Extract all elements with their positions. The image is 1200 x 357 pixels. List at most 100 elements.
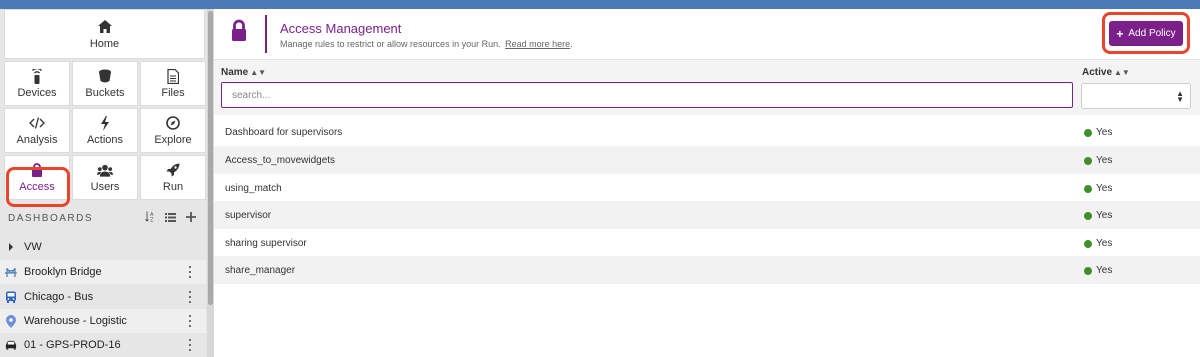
status-label: Yes	[1096, 127, 1113, 138]
main-content: Access Management Manage rules to restri…	[214, 9, 1200, 357]
nav-analysis-label: Analysis	[16, 134, 58, 146]
status-active: Yes	[1084, 155, 1112, 166]
status-dot-icon	[1084, 266, 1092, 275]
add-policy-label: Add Policy	[1128, 28, 1176, 39]
column-name-label: Name	[221, 67, 249, 78]
select-arrows-icon: ▲ ▼	[1176, 89, 1184, 104]
plus-icon[interactable]	[185, 211, 196, 222]
policy-name: sharing supervisor	[225, 238, 307, 249]
dashboard-item-label: VW	[24, 241, 42, 253]
header-divider	[265, 15, 267, 53]
plus-icon: +	[1116, 26, 1124, 41]
nav-devices[interactable]: Devices	[4, 61, 70, 106]
svg-text:Z: Z	[150, 218, 155, 223]
policy-name: Access_to_movewidgets	[225, 155, 336, 166]
sidebar-scroll-thumb[interactable]	[208, 11, 213, 305]
list-icon[interactable]	[165, 211, 176, 222]
table-row[interactable]: sharing supervisor Yes	[214, 229, 1200, 257]
policy-name: supervisor	[225, 210, 272, 221]
dashboard-item-warehouse-logistic[interactable]: Warehouse - Logistic	[0, 309, 206, 333]
table-row[interactable]: Access_to_movewidgets Yes	[214, 146, 1200, 174]
sidebar-scrollbar[interactable]	[207, 9, 214, 357]
column-header-name[interactable]: Name ▲▼	[221, 67, 266, 78]
nav-users[interactable]: Users	[72, 155, 138, 200]
car-icon	[5, 339, 17, 351]
bridge-icon	[5, 266, 17, 278]
column-active-label: Active	[1082, 67, 1113, 78]
table-row[interactable]: supervisor Yes	[214, 201, 1200, 229]
page-header: Access Management Manage rules to restri…	[214, 9, 1200, 59]
status-label: Yes	[1096, 183, 1113, 194]
nav-explore-label: Explore	[154, 134, 192, 146]
status-active: Yes	[1084, 265, 1112, 276]
dashboard-item-vw[interactable]: VW	[0, 235, 206, 259]
bucket-icon	[97, 68, 113, 84]
lock-icon	[230, 19, 248, 43]
table-row[interactable]: share_manager Yes	[214, 256, 1200, 284]
dashboards-header: DASHBOARDS AZ	[0, 208, 206, 228]
kebab-menu-icon[interactable]	[189, 291, 192, 303]
sort-icon: ▲▼	[250, 68, 267, 77]
nav-run-label: Run	[162, 181, 184, 193]
policy-name: Dashboard for supervisors	[225, 127, 343, 138]
status-dot-icon	[1084, 239, 1092, 248]
status-active: Yes	[1084, 127, 1112, 138]
bolt-icon	[97, 115, 113, 131]
policy-name: share_manager	[225, 265, 296, 276]
dashboard-item-gps-prod-16[interactable]: 01 - GPS-PROD-16	[0, 333, 206, 357]
search-input[interactable]	[221, 82, 1073, 108]
device-icon	[29, 68, 45, 84]
table-row[interactable]: using_match Yes	[214, 174, 1200, 202]
file-icon	[165, 68, 181, 84]
add-policy-button[interactable]: + Add Policy	[1109, 21, 1183, 46]
status-dot-icon	[1084, 128, 1092, 137]
status-dot-icon	[1084, 211, 1092, 220]
status-dot-icon	[1084, 184, 1092, 193]
nav-files-label: Files	[161, 87, 185, 99]
status-active: Yes	[1084, 210, 1112, 221]
sort-icon: ▲▼	[1114, 68, 1130, 77]
compass-icon	[165, 115, 181, 131]
bus-icon	[5, 291, 17, 303]
dashboard-item-label: 01 - GPS-PROD-16	[24, 339, 121, 351]
nav-home[interactable]: Home	[4, 9, 205, 59]
kebab-menu-icon[interactable]	[189, 266, 192, 278]
column-header-active[interactable]: Active ▲▼	[1082, 67, 1130, 78]
kebab-menu-icon[interactable]	[189, 339, 192, 351]
nav-users-label: Users	[90, 181, 120, 193]
dashboard-item-label: Brooklyn Bridge	[24, 266, 102, 278]
status-label: Yes	[1096, 238, 1113, 249]
nav-files[interactable]: Files	[140, 61, 206, 106]
nav-analysis[interactable]: Analysis	[4, 108, 70, 153]
access-highlight-ring	[6, 167, 70, 207]
status-active: Yes	[1084, 238, 1112, 249]
sidebar: Home Devices Buckets Files Analysis Acti…	[0, 9, 214, 357]
active-filter-select[interactable]: ▲ ▼	[1081, 83, 1191, 109]
policy-name: using_match	[225, 183, 282, 194]
code-icon	[29, 115, 45, 131]
dashboard-item-chicago-bus[interactable]: Chicago - Bus	[0, 285, 206, 309]
top-bar	[0, 0, 1200, 9]
nav-devices-label: Devices	[17, 87, 57, 99]
table-row[interactable]: Dashboard for supervisors Yes	[214, 118, 1200, 146]
sort-alpha-icon[interactable]: AZ	[145, 211, 156, 222]
nav-run[interactable]: Run	[140, 155, 206, 200]
dashboards-title: DASHBOARDS	[8, 212, 94, 224]
status-dot-icon	[1084, 156, 1092, 165]
nav-buckets-label: Buckets	[85, 87, 125, 99]
kebab-menu-icon[interactable]	[189, 315, 192, 327]
read-more-link[interactable]: Read more here	[505, 39, 570, 49]
users-icon	[97, 162, 113, 178]
subtitle-text: Manage rules to restrict or allow resour…	[280, 39, 501, 49]
dashboard-item-brooklyn-bridge[interactable]: Brooklyn Bridge	[0, 260, 206, 284]
status-label: Yes	[1096, 155, 1113, 166]
nav-explore[interactable]: Explore	[140, 108, 206, 153]
subtitle-period: .	[570, 39, 573, 49]
caret-right-icon	[5, 241, 17, 253]
page-subtitle: Manage rules to restrict or allow resour…	[280, 39, 573, 49]
dashboard-item-label: Chicago - Bus	[24, 291, 94, 303]
nav-buckets[interactable]: Buckets	[72, 61, 138, 106]
page-title: Access Management	[280, 21, 402, 36]
dashboard-item-label: Warehouse - Logistic	[24, 315, 127, 327]
nav-actions[interactable]: Actions	[72, 108, 138, 153]
